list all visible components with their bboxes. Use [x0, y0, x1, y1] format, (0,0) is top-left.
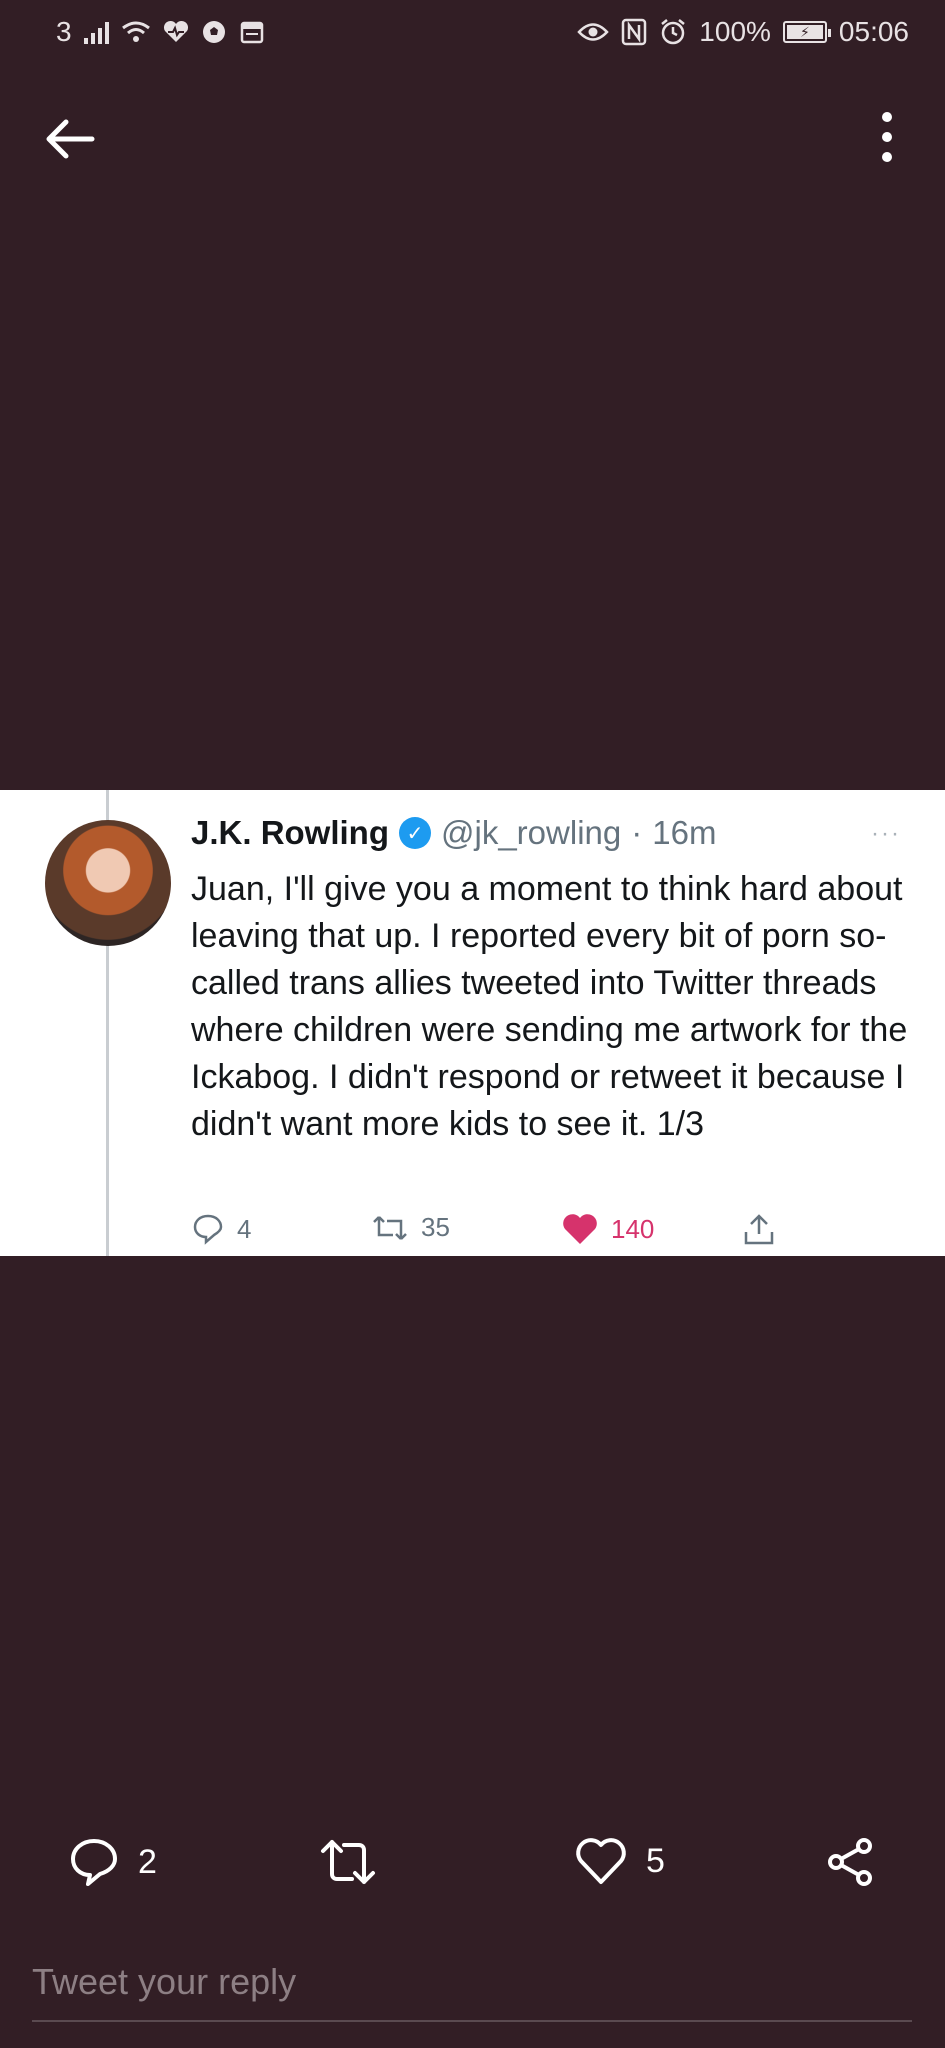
author-avatar — [45, 820, 171, 946]
wifi-icon — [121, 20, 151, 44]
separator: · — [631, 814, 643, 851]
soccer-icon — [201, 19, 227, 45]
signal-icon — [83, 20, 109, 44]
status-bar: 3 100% ⚡ 05:06 — [0, 0, 945, 64]
embedded-share — [741, 1212, 777, 1248]
status-right: 100% ⚡ 05:06 — [577, 16, 909, 48]
like-count: 5 — [646, 1841, 665, 1880]
tweet-action-bar: 2 5 — [0, 1830, 945, 1894]
reply-icon — [71, 1839, 117, 1886]
retweet-icon — [373, 1215, 407, 1240]
like-button[interactable]: 5 — [574, 1836, 665, 1886]
tweet-time: 16m — [652, 814, 717, 851]
sim-indicator: 3 — [56, 16, 72, 47]
heart-filled-icon — [563, 1214, 597, 1244]
verified-icon: ✓ — [399, 817, 431, 849]
tweet-actions: 4 35 140 — [191, 1212, 811, 1248]
reply-box — [32, 1950, 912, 2022]
reply-input[interactable] — [32, 1950, 912, 2014]
back-button[interactable] — [40, 114, 100, 164]
tweet-text: Juan, I'll give you a moment to think ha… — [191, 870, 908, 1143]
share-button[interactable] — [824, 1836, 876, 1888]
nfc-icon — [621, 18, 647, 46]
tweet-media-image[interactable]: J.K. Rowling ✓ @jk_rowling · 16m ··· Jua… — [0, 790, 945, 1256]
status-left: 3 — [56, 16, 265, 48]
heart-icon — [576, 1838, 626, 1884]
tweet-more-icon: ··· — [871, 820, 901, 847]
reply-icon — [193, 1214, 223, 1245]
embedded-like-count: 140 — [561, 1212, 654, 1246]
eye-icon — [577, 21, 610, 43]
health-icon — [163, 20, 189, 44]
clock: 05:06 — [838, 16, 909, 47]
more-options-button[interactable] — [877, 112, 897, 168]
retweet-icon — [321, 1840, 375, 1884]
tweet-header: J.K. Rowling ✓ @jk_rowling · 16m — [191, 814, 716, 852]
battery-percent: 100% — [699, 16, 771, 47]
reply-button[interactable]: 2 — [68, 1836, 157, 1888]
share-icon — [828, 1838, 872, 1886]
author-handle: @jk_rowling — [441, 814, 622, 851]
calendar-icon — [239, 19, 265, 45]
alarm-icon — [659, 18, 687, 46]
share-up-icon — [744, 1214, 774, 1245]
more-vertical-icon — [877, 112, 897, 162]
embedded-retweet-count: 35 — [371, 1212, 450, 1243]
embedded-reply-count: 4 — [191, 1212, 251, 1246]
reply-count: 2 — [138, 1842, 157, 1881]
retweet-button[interactable] — [318, 1836, 378, 1888]
battery-icon: ⚡ — [782, 21, 831, 43]
top-nav — [0, 100, 945, 180]
arrow-left-icon — [46, 119, 95, 159]
author-name: J.K. Rowling — [191, 814, 389, 851]
